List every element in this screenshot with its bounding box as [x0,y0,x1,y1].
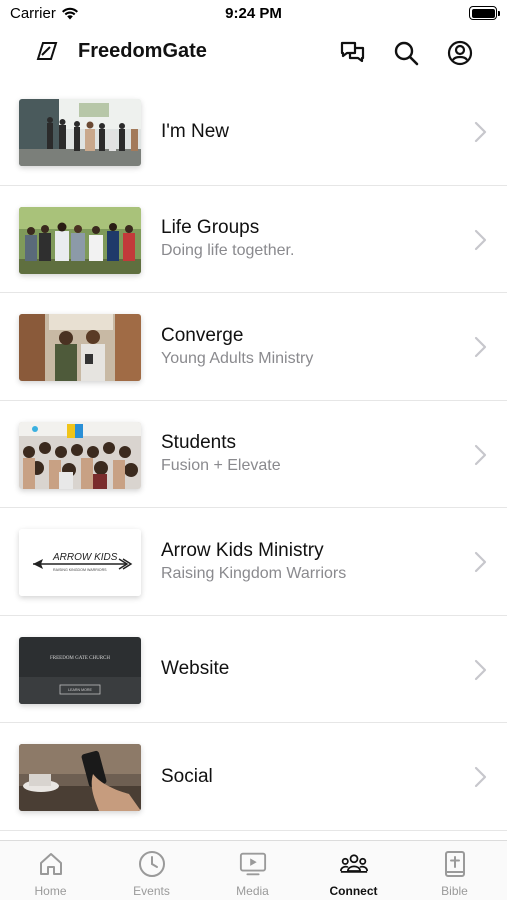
bible-icon [444,851,465,877]
list-item-title: Arrow Kids Ministry [161,539,324,561]
list-item-students[interactable]: Students Fusion + Elevate [0,401,507,508]
list-item-converge[interactable]: Converge Young Adults Ministry [0,293,507,401]
connect-list: I'm New Life Groups Doing life together.… [0,78,507,831]
list-item-title: Social [161,765,213,787]
clock-icon [138,851,165,877]
tab-label: Bible [441,884,468,898]
list-item-text: Converge Young Adults Ministry [161,293,447,400]
students-crowd-photo [19,421,141,489]
battery-icon [469,6,500,20]
chevron-right-icon [474,659,487,680]
phone-in-hand-photo [19,744,141,811]
chevron-right-icon [474,766,487,788]
list-item-text: Arrow Kids Ministry Raising Kingdom Warr… [161,508,447,615]
chat-bubbles-icon [340,41,365,63]
list-item-subtitle: Young Adults Ministry [161,349,314,367]
chevron-right-icon [474,229,487,250]
list-item-im-new[interactable]: I'm New [0,78,507,186]
website-button-text: LEARN MORE [68,688,92,692]
list-item-text: I'm New [161,78,447,185]
list-item-text: Life Groups Doing life together. [161,186,447,293]
tab-home[interactable]: Home [0,841,101,900]
website-heading-text: FREEDOM GATE CHURCH [50,656,110,661]
list-item-title: Students [161,432,236,453]
tab-label: Home [34,884,67,898]
chevron-right-icon [474,336,487,358]
list-item-text: Website [161,616,447,723]
list-item-subtitle: Fusion + Elevate [161,457,281,474]
profile-icon [447,40,473,66]
group-prayer-photo [19,206,141,274]
list-item-social[interactable]: Social [0,723,507,831]
list-item-subtitle: Doing life together. [161,242,295,259]
tab-label: Media [236,884,269,898]
messages-button[interactable] [338,38,368,68]
list-item-subtitle: Raising Kingdom Warriors [161,564,347,582]
list-item-title: Website [161,658,230,679]
home-icon [39,853,62,875]
people-icon [339,854,368,873]
list-item-title: I'm New [161,120,230,142]
list-item-arrow-kids-ministry[interactable]: ARROW KIDS RAISING KINGDOM WARRIORS Arro… [0,508,507,616]
app-logo-icon [36,42,58,60]
arrow-kids-logo: ARROW KIDS RAISING KINGDOM WARRIORS [19,529,141,596]
search-button[interactable] [391,38,421,68]
tab-bible[interactable]: Bible [404,841,505,900]
list-item-text: Students Fusion + Elevate [161,401,447,508]
tv-play-icon [239,852,266,876]
two-men-photo [19,314,141,381]
list-item-text: Social [161,723,447,830]
outdoor-gathering-photo [19,99,141,166]
list-item-life-groups[interactable]: Life Groups Doing life together. [0,186,507,293]
tab-bar: Home Events Media Connect Bible [0,840,507,900]
arrow-kids-logo-tagline: RAISING KINGDOM WARRIORS [53,568,107,572]
tab-label: Events [133,884,170,898]
chevron-right-icon [474,551,487,573]
list-item-title: Life Groups [161,217,260,238]
arrow-kids-logo-text: ARROW KIDS [52,552,118,563]
chevron-right-icon [474,121,487,143]
profile-button[interactable] [445,38,475,68]
search-icon [394,41,419,66]
website-screenshot: FREEDOM GATE CHURCH LEARN MORE [19,636,141,704]
tab-connect[interactable]: Connect [303,841,404,900]
list-item-title: Converge [161,324,244,346]
tab-label: Connect [329,884,378,898]
app-title: FreedomGate [78,40,207,62]
status-time: 9:24 PM [225,5,282,22]
status-bar: Carrier 9:24 PM [0,0,507,28]
list-item-website[interactable]: FREEDOM GATE CHURCH LEARN MORE Website [0,616,507,723]
app-header: FreedomGate [0,28,507,78]
tab-media[interactable]: Media [202,841,303,900]
chevron-right-icon [474,444,487,465]
tab-events[interactable]: Events [101,841,202,900]
